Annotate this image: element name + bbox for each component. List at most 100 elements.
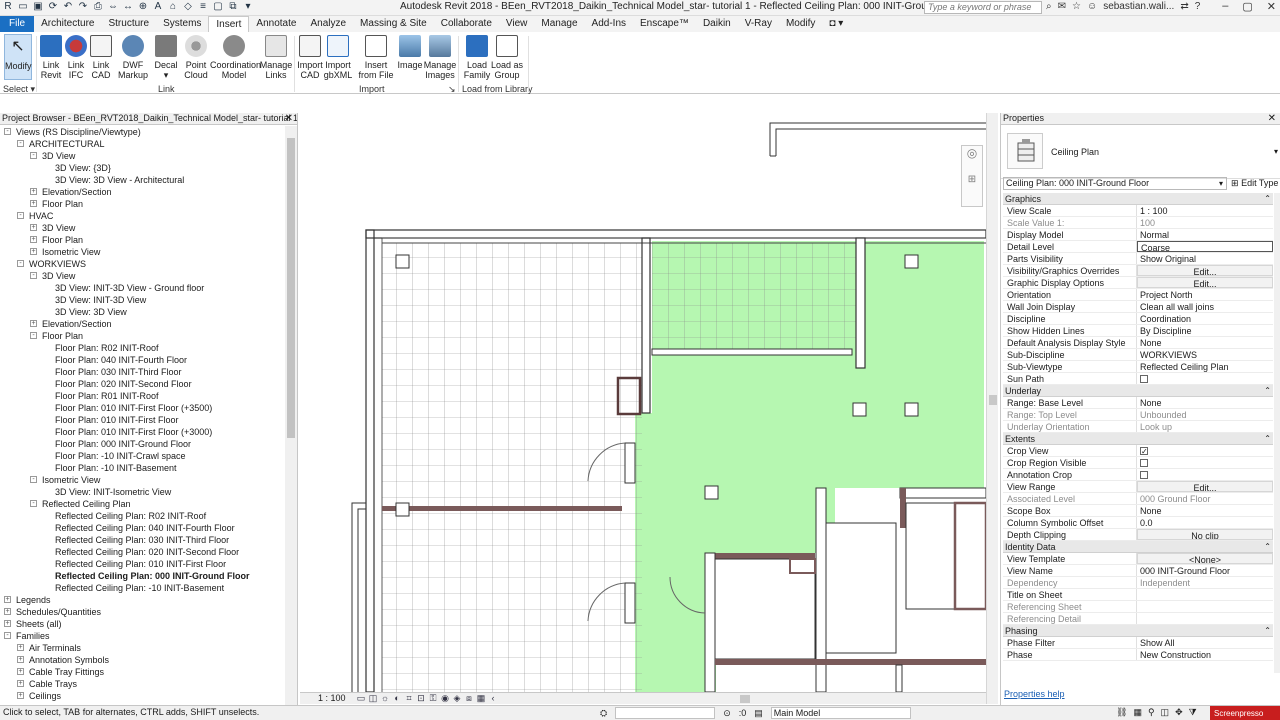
filter-icon[interactable]: ⧩ — [1189, 707, 1197, 718]
face-select-icon[interactable]: ◫ — [1161, 707, 1170, 718]
property-value[interactable]: Edit... — [1137, 481, 1273, 492]
tab-enscape[interactable]: Enscape™ — [633, 16, 696, 32]
pinned-select-icon[interactable]: ⚲ — [1148, 707, 1155, 718]
coordination-model-button[interactable]: Coordination Model — [210, 34, 261, 80]
browser-item[interactable]: Floor Plan — [42, 330, 83, 342]
expand-toggle-icon[interactable]: + — [4, 608, 11, 615]
property-value[interactable]: None — [1137, 505, 1273, 516]
property-value[interactable] — [1137, 589, 1273, 600]
property-value[interactable] — [1137, 469, 1273, 480]
browser-item[interactable]: Floor Plan: 010 INIT-First Floor (+3500) — [55, 402, 212, 414]
checkbox[interactable] — [1140, 375, 1148, 383]
browser-item[interactable]: Cable Trays — [29, 678, 77, 690]
import-gbxml-button[interactable]: Import gbXML — [318, 34, 358, 80]
property-value[interactable]: ✓ — [1137, 445, 1273, 456]
expand-toggle-icon[interactable]: + — [17, 692, 24, 699]
browser-item[interactable]: Ceilings — [29, 690, 61, 702]
tab-massing-site[interactable]: Massing & Site — [353, 16, 434, 32]
user-icon[interactable]: ☺ — [1087, 1, 1097, 12]
collapse-icon[interactable]: ‹ — [488, 693, 498, 703]
sun-path-icon[interactable]: ☼ — [380, 693, 390, 703]
browser-item[interactable]: Sheets (all) — [16, 618, 62, 630]
expand-toggle-icon[interactable]: + — [30, 236, 37, 243]
browser-item[interactable]: 3D View: 3D View — [55, 306, 127, 318]
property-section-header[interactable]: Underlay ⌃ — [1003, 385, 1273, 397]
property-value[interactable]: No clip — [1137, 529, 1273, 540]
property-value[interactable]: Edit... — [1137, 265, 1273, 276]
chevron-down-icon[interactable]: ▾ — [1274, 147, 1278, 156]
browser-item[interactable]: Reflected Ceiling Plan: 020 INIT-Second … — [55, 546, 239, 558]
section-icon[interactable]: ◇ — [182, 1, 194, 13]
steering-wheel-icon[interactable]: ◎ — [962, 146, 982, 160]
property-value[interactable]: New Construction — [1137, 649, 1273, 660]
drag-select-icon[interactable]: ✥ — [1175, 707, 1183, 718]
property-value[interactable]: Coarse — [1137, 241, 1273, 252]
show-crop-icon[interactable]: ⊡ — [416, 693, 426, 703]
browser-item[interactable]: Isometric View — [42, 474, 100, 486]
browser-item[interactable]: Floor Plan — [42, 198, 83, 210]
horizontal-scrollbar-thumb[interactable] — [740, 695, 750, 703]
browser-item[interactable]: Reflected Ceiling Plan: -10 INIT-Basemen… — [55, 582, 224, 594]
collapse-icon[interactable]: ⌃ — [1264, 625, 1271, 637]
underlay-select-icon[interactable]: ▦ — [1133, 707, 1142, 718]
tab-file[interactable]: File — [0, 16, 35, 32]
worksets-icon[interactable]: ⛭ — [600, 708, 607, 719]
property-value[interactable]: Reflected Ceiling Plan — [1137, 361, 1273, 372]
tab-structure[interactable]: Structure — [101, 16, 156, 32]
collapse-toggle-icon[interactable]: - — [17, 260, 24, 267]
shadows-icon[interactable]: ◐ — [392, 693, 402, 703]
tab-insert[interactable]: Insert — [208, 16, 250, 32]
zoom-icon[interactable]: ⊞ — [962, 174, 982, 185]
browser-item[interactable]: Elevation/Section — [42, 186, 112, 198]
browser-item[interactable]: Reflected Ceiling Plan — [42, 498, 131, 510]
3d-view-icon[interactable]: ⌂ — [167, 1, 179, 13]
navigation-bar[interactable]: ◎ ⊞ — [961, 145, 983, 207]
expand-toggle-icon[interactable]: + — [4, 596, 11, 603]
thin-lines-icon[interactable]: ≡ — [197, 1, 209, 13]
expand-toggle-icon[interactable]: + — [4, 620, 11, 627]
property-value[interactable]: 1 : 100 — [1137, 205, 1273, 216]
browser-item[interactable]: Floor Plan — [42, 234, 83, 246]
property-value[interactable]: None — [1137, 397, 1273, 408]
help-search-input[interactable]: Type a keyword or phrase — [924, 1, 1042, 14]
user-name[interactable]: sebastian.wali... — [1103, 1, 1174, 12]
expand-toggle-icon[interactable]: + — [30, 200, 37, 207]
browser-item[interactable]: Families — [16, 630, 50, 642]
tab-add-ins[interactable]: Add-Ins — [585, 16, 633, 32]
checkbox[interactable] — [1140, 471, 1148, 479]
property-value[interactable]: 0.0 — [1137, 517, 1273, 528]
design-option-select[interactable]: Main Model — [770, 707, 911, 719]
drawing-canvas[interactable] — [300, 113, 986, 692]
tag-icon[interactable]: ⊕ — [137, 1, 149, 13]
editable-icon[interactable]: ⊙ — [723, 708, 731, 719]
crop-view-icon[interactable]: ⌗ — [404, 693, 414, 703]
browser-item[interactable]: Floor Plan: 030 INIT-Third Floor — [55, 366, 182, 378]
tab-annotate[interactable]: Annotate — [249, 16, 303, 32]
browser-item[interactable]: Air Terminals — [29, 642, 81, 654]
browser-item[interactable]: Floor Plan: 010 INIT-First Floor (+3000) — [55, 426, 212, 438]
browser-item[interactable]: Floor Plan: -10 INIT-Basement — [55, 462, 177, 474]
expand-toggle-icon[interactable]: + — [17, 668, 24, 675]
browser-item[interactable]: Reflected Ceiling Plan: 030 INIT-Third F… — [55, 534, 229, 546]
browser-item[interactable]: 3D View: INIT-Isometric View — [55, 486, 171, 498]
collapse-toggle-icon[interactable]: - — [4, 632, 11, 639]
browser-item[interactable]: Reflected Ceiling Plan: 010 INIT-First F… — [55, 558, 226, 570]
properties-help-link[interactable]: Properties help — [1004, 689, 1065, 699]
property-value[interactable]: <None> — [1137, 553, 1273, 564]
collapse-icon[interactable]: ⌃ — [1264, 385, 1271, 397]
redo-icon[interactable]: ↷ — [77, 1, 89, 13]
view-scale[interactable]: 1 : 100 — [318, 693, 346, 704]
browser-item[interactable]: 3D View — [42, 150, 75, 162]
browser-item[interactable]: 3D View: {3D} — [55, 162, 111, 174]
collapse-icon[interactable]: ⌃ — [1264, 541, 1271, 553]
browser-item[interactable]: Isometric View — [42, 246, 100, 258]
measure-icon[interactable]: ⇔ — [107, 1, 119, 13]
property-value[interactable] — [1137, 373, 1273, 384]
close-icon[interactable]: ✕ — [1268, 113, 1276, 124]
property-value[interactable]: None — [1137, 337, 1273, 348]
properties-scrollbar[interactable] — [1274, 193, 1280, 673]
type-selector[interactable]: Ceiling Plan ▾ — [1001, 127, 1280, 179]
tab-collaborate[interactable]: Collaborate — [434, 16, 499, 32]
browser-item[interactable]: 3D View: INIT-3D View - Ground floor — [55, 282, 204, 294]
property-section-header[interactable]: Phasing ⌃ — [1003, 625, 1273, 637]
